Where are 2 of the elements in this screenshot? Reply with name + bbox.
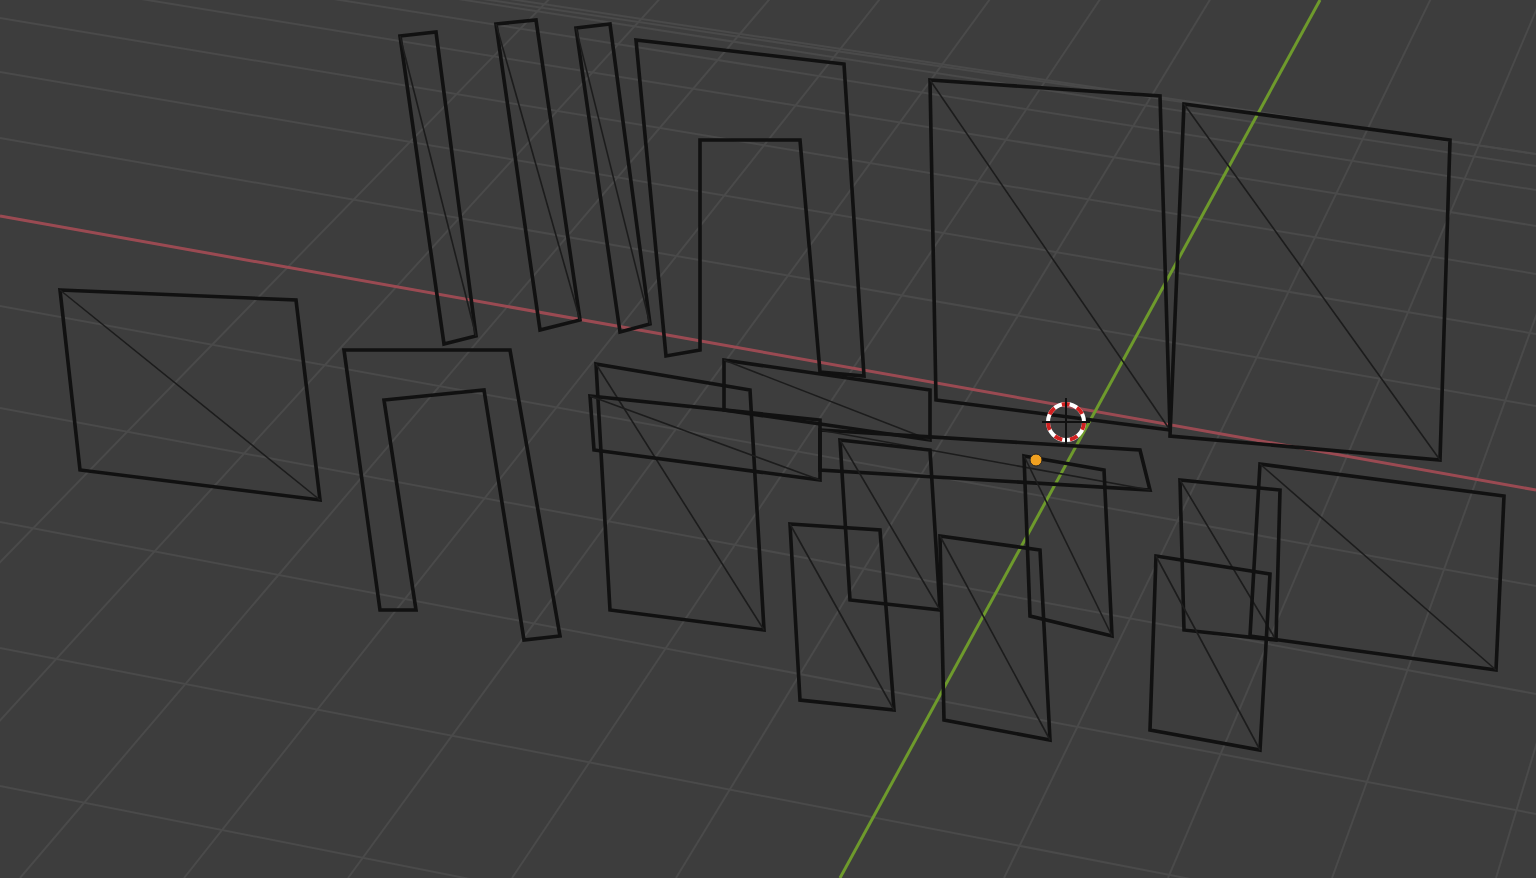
3d-cursor-icon[interactable] (1041, 397, 1091, 447)
origin-dot-icon (1029, 453, 1043, 467)
